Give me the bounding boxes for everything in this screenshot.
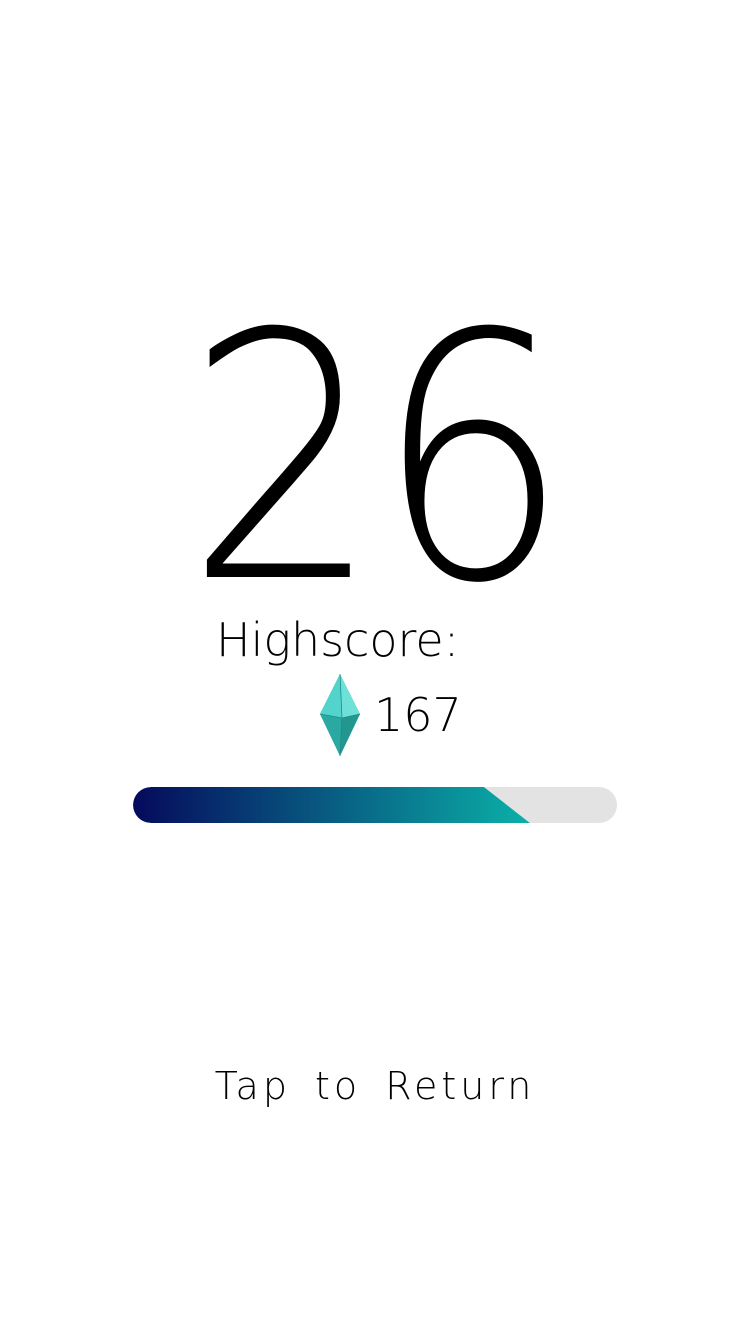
gem-count: 167 — [374, 688, 462, 742]
tap-to-return-label: Tap to Return — [214, 1064, 536, 1108]
progress-bar — [133, 787, 617, 823]
diamond-gem-icon — [319, 673, 361, 757]
gem-row: 167 — [318, 672, 462, 758]
tap-to-return-button[interactable]: Tap to Return — [0, 1062, 750, 1110]
progress-fill — [133, 787, 530, 823]
score-display: 26 — [185, 262, 570, 658]
highscore-label: Highscore: — [216, 613, 460, 667]
